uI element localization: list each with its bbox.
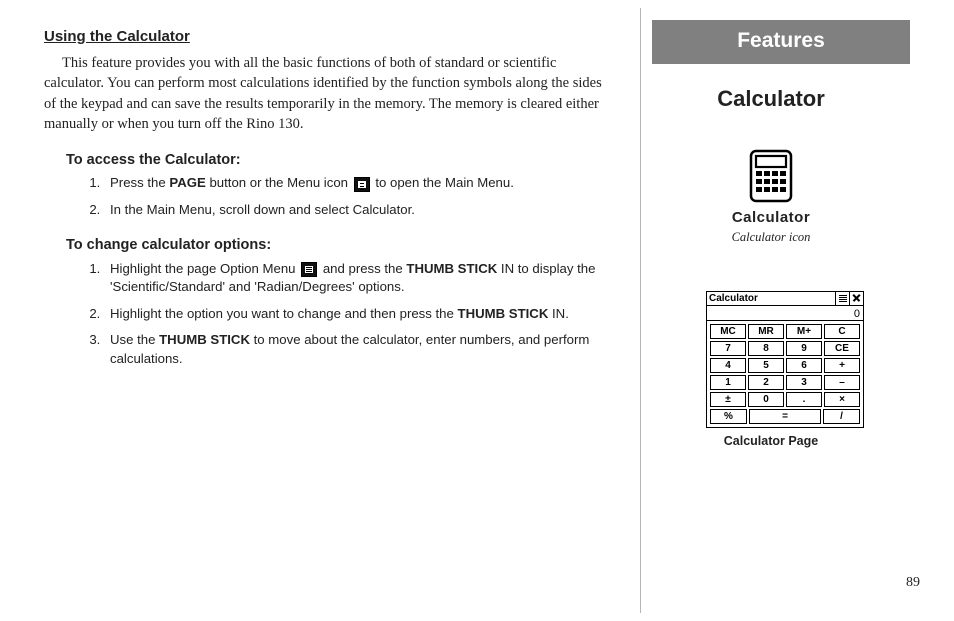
procedure-title-access: To access the Calculator: xyxy=(66,150,614,170)
intro-paragraph: This feature provides you with all the b… xyxy=(44,53,614,134)
menu-icon xyxy=(354,177,370,192)
calc-option-menu-button[interactable] xyxy=(835,292,849,305)
calc-window-title: Calculator xyxy=(707,292,835,305)
calc-key-[interactable]: / xyxy=(823,409,860,424)
calc-display: 0 xyxy=(707,306,863,321)
page-title: Calculator xyxy=(646,86,896,112)
calculator-icon xyxy=(743,148,799,206)
text: Press the xyxy=(110,175,169,190)
calc-close-button[interactable] xyxy=(849,292,863,305)
calc-key-6[interactable]: 6 xyxy=(786,358,822,373)
calculator-icon-caption: Calculator icon xyxy=(646,230,896,245)
text: Use the xyxy=(110,332,159,347)
options-step-3: Use the THUMB STICK to move about the ca… xyxy=(104,331,614,368)
calc-key-0[interactable]: 0 xyxy=(748,392,784,407)
calc-key-ce[interactable]: CE xyxy=(824,341,860,356)
access-step-1: Press the PAGE button or the Menu icon t… xyxy=(104,174,614,192)
calc-key-m[interactable]: M+ xyxy=(786,324,822,339)
calc-key-[interactable]: – xyxy=(824,375,860,390)
option-menu-icon xyxy=(301,262,317,277)
calc-key-3[interactable]: 3 xyxy=(786,375,822,390)
text: to open the Main Menu. xyxy=(372,175,514,190)
thumb-stick-label: THUMB STICK xyxy=(406,261,497,276)
calc-key-[interactable]: × xyxy=(824,392,860,407)
section-title-using-calculator: Using the Calculator xyxy=(44,26,614,47)
thumb-stick-label: THUMB STICK xyxy=(458,306,549,321)
features-tab: Features xyxy=(652,20,910,64)
text: Highlight the page Option Menu xyxy=(110,261,299,276)
calculator-page-screenshot: Calculator 0 MCMRM+C 789CE 456+123– ±0.×%=/ xyxy=(706,291,864,428)
thumb-stick-label: THUMB STICK xyxy=(159,332,250,347)
calc-key-[interactable]: ± xyxy=(710,392,746,407)
calc-key-[interactable]: % xyxy=(710,409,747,424)
calc-key-4[interactable]: 4 xyxy=(710,358,746,373)
calc-key-7[interactable]: 7 xyxy=(710,341,746,356)
calc-key-[interactable]: = xyxy=(749,409,821,424)
calculator-icon-label: Calculator xyxy=(646,209,896,226)
calc-key-mr[interactable]: MR xyxy=(748,324,784,339)
calc-key-5[interactable]: 5 xyxy=(748,358,784,373)
options-step-2: Highlight the option you want to change … xyxy=(104,305,614,323)
calc-key-2[interactable]: 2 xyxy=(748,375,784,390)
calc-key-mc[interactable]: MC xyxy=(710,324,746,339)
procedure-title-change-options: To change calculator options: xyxy=(66,235,614,255)
text: button or the Menu icon xyxy=(206,175,352,190)
calc-key-1[interactable]: 1 xyxy=(710,375,746,390)
calc-key-9[interactable]: 9 xyxy=(786,341,822,356)
calculator-page-caption: Calculator Page xyxy=(646,434,896,448)
text: Highlight the option you want to change … xyxy=(110,306,458,321)
calc-key-[interactable]: + xyxy=(824,358,860,373)
calc-key-c[interactable]: C xyxy=(824,324,860,339)
access-step-2: In the Main Menu, scroll down and select… xyxy=(104,201,614,219)
page-button-label: PAGE xyxy=(169,175,205,190)
text: IN. xyxy=(548,306,569,321)
options-step-1: Highlight the page Option Menu and press… xyxy=(104,260,614,297)
page-number: 89 xyxy=(906,575,920,591)
calc-key-8[interactable]: 8 xyxy=(748,341,784,356)
text: and press the xyxy=(319,261,406,276)
calc-key-[interactable]: . xyxy=(786,392,822,407)
